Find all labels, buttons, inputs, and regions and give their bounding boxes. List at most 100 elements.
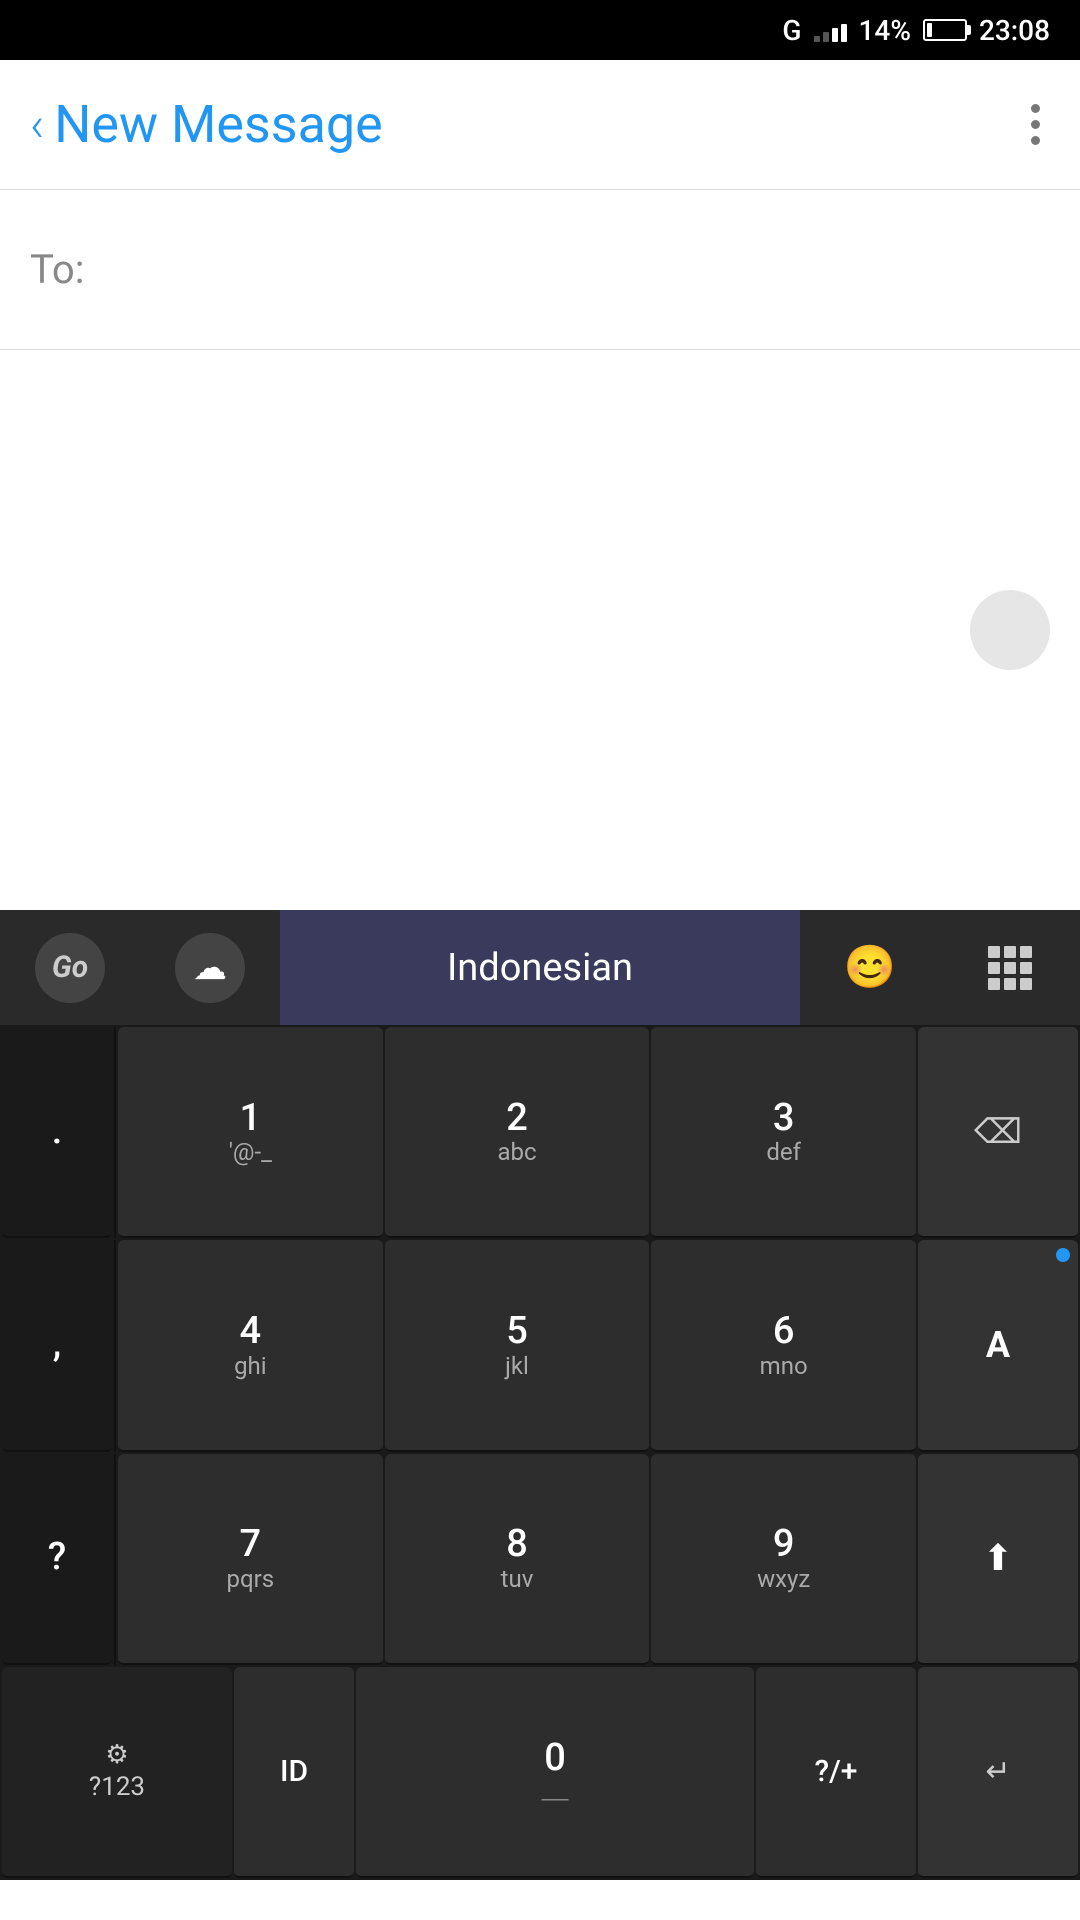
go-icon: Go <box>35 933 105 1003</box>
battery-body <box>923 19 967 41</box>
more-options-button[interactable] <box>1021 94 1050 155</box>
key-7-sub: pqrs <box>227 1566 275 1592</box>
menu-dot-1 <box>1031 104 1040 113</box>
back-button[interactable]: ‹ <box>30 101 44 149</box>
page-title: New Message <box>54 94 382 155</box>
key-caps[interactable]: A <box>918 1240 1078 1451</box>
key-9-sub: wxyz <box>757 1566 810 1592</box>
key-lang[interactable]: ID <box>234 1667 354 1878</box>
signal-bar-1 <box>814 36 820 42</box>
key-special-chars[interactable]: ?/+ <box>756 1667 916 1878</box>
space-underline: ___ <box>541 1780 568 1804</box>
status-bar: G 14% 23:08 <box>0 0 1080 60</box>
grid-dot-1 <box>988 946 1000 958</box>
go-button[interactable]: Go <box>0 910 140 1025</box>
key-6-main: 6 <box>773 1311 795 1353</box>
battery-icon <box>923 19 967 41</box>
key-row-3: ? 7 pqrs 8 tuv 9 wxyz ⬆ <box>2 1454 1078 1665</box>
key-enter[interactable]: ↵ <box>918 1667 1078 1878</box>
key-8-sub: tuv <box>501 1566 534 1592</box>
key-shift[interactable]: ⬆ <box>918 1454 1078 1665</box>
upload-symbol: ☁ <box>193 948 227 988</box>
battery-percent: 14% <box>859 14 911 47</box>
grid-dot-3 <box>1020 946 1032 958</box>
carrier-label: G <box>782 14 801 47</box>
key-5-sub: jkl <box>505 1353 529 1379</box>
key-6-sub: mno <box>760 1353 808 1379</box>
key-1-main: 1 <box>240 1098 262 1140</box>
header-left: ‹ New Message <box>30 94 383 155</box>
signal-bars <box>814 18 847 42</box>
settings-label: ?123 <box>89 1772 145 1802</box>
key-comma[interactable]: , <box>2 1240 112 1451</box>
keyboard-layout-button[interactable] <box>940 910 1080 1025</box>
key-2[interactable]: 2 abc <box>385 1027 650 1238</box>
menu-dot-2 <box>1031 120 1040 129</box>
gear-icon: ⚙ <box>105 1740 128 1770</box>
status-icons: G 14% 23:08 <box>782 14 1050 47</box>
go-label: Go <box>52 950 88 985</box>
key-7[interactable]: 7 pqrs <box>118 1454 383 1665</box>
key-3-main: 3 <box>773 1098 795 1140</box>
key-divider-1 <box>114 1027 116 1238</box>
key-dot[interactable]: . <box>2 1027 112 1238</box>
key-9-main: 9 <box>773 1524 795 1566</box>
language-label: Indonesian <box>447 946 633 990</box>
key-space[interactable]: 0 ___ <box>356 1667 754 1878</box>
key-4-main: 4 <box>240 1311 262 1353</box>
key-divider-2 <box>114 1240 116 1451</box>
key-question[interactable]: ? <box>2 1454 112 1665</box>
menu-dot-3 <box>1031 136 1040 145</box>
key-divider-3 <box>114 1454 116 1665</box>
key-row-2: , 4 ghi 5 jkl 6 mno A <box>2 1240 1078 1451</box>
grid-dot-5 <box>1004 962 1016 974</box>
grid-icon <box>988 946 1032 990</box>
key-2-main: 2 <box>506 1098 528 1140</box>
upload-icon: ☁ <box>175 933 245 1003</box>
key-delete[interactable]: ⌫ <box>918 1027 1078 1238</box>
language-selector[interactable]: Indonesian <box>280 910 800 1025</box>
key-row-1: . 1 '@-_ 2 abc 3 def ⌫ <box>2 1027 1078 1238</box>
key-1[interactable]: 1 '@-_ <box>118 1027 383 1238</box>
key-6[interactable]: 6 mno <box>651 1240 916 1451</box>
key-settings[interactable]: ⚙ ?123 <box>2 1667 232 1878</box>
battery-fill <box>927 23 932 37</box>
key-question-label: ? <box>48 1537 66 1579</box>
special-label: ?/+ <box>815 1755 858 1788</box>
key-row-4: ⚙ ?123 ID 0 ___ ?/+ ↵ <box>2 1667 1078 1878</box>
compose-to-area: To: <box>0 190 1080 350</box>
enter-icon: ↵ <box>985 1754 1010 1789</box>
key-7-main: 7 <box>240 1524 262 1566</box>
key-3[interactable]: 3 def <box>651 1027 916 1238</box>
signal-bar-3 <box>832 28 838 42</box>
key-8[interactable]: 8 tuv <box>385 1454 650 1665</box>
grid-dot-7 <box>988 978 1000 990</box>
key-dot-label: . <box>52 1111 63 1153</box>
recipient-input[interactable] <box>84 247 1050 292</box>
key-8-main: 8 <box>506 1524 528 1566</box>
signal-bar-4 <box>841 24 847 42</box>
upload-button[interactable]: ☁ <box>140 910 280 1025</box>
grid-dot-2 <box>1004 946 1016 958</box>
key-9[interactable]: 9 wxyz <box>651 1454 916 1665</box>
message-body[interactable] <box>0 350 1080 910</box>
key-4[interactable]: 4 ghi <box>118 1240 383 1451</box>
keyboard-keys: . 1 '@-_ 2 abc 3 def ⌫ , <box>0 1025 1080 1880</box>
lang-label: ID <box>280 1755 308 1788</box>
emoji-button[interactable]: 😊 <box>800 910 940 1025</box>
key-comma-label: , <box>53 1324 62 1366</box>
grid-dot-9 <box>1020 978 1032 990</box>
keyboard: Go ☁ Indonesian 😊 <box>0 910 1080 1880</box>
delete-icon: ⌫ <box>974 1112 1022 1152</box>
app-header: ‹ New Message <box>0 60 1080 190</box>
key-5[interactable]: 5 jkl <box>385 1240 650 1451</box>
key-3-sub: def <box>766 1139 801 1165</box>
key-2-sub: abc <box>497 1139 536 1165</box>
shift-icon: ⬆ <box>983 1537 1013 1579</box>
grid-dot-6 <box>1020 962 1032 974</box>
scroll-indicator <box>970 590 1050 670</box>
caps-icon: A <box>986 1324 1010 1366</box>
grid-dot-8 <box>1004 978 1016 990</box>
emoji-icon: 😊 <box>844 943 896 992</box>
caps-dot-indicator <box>1056 1248 1070 1262</box>
